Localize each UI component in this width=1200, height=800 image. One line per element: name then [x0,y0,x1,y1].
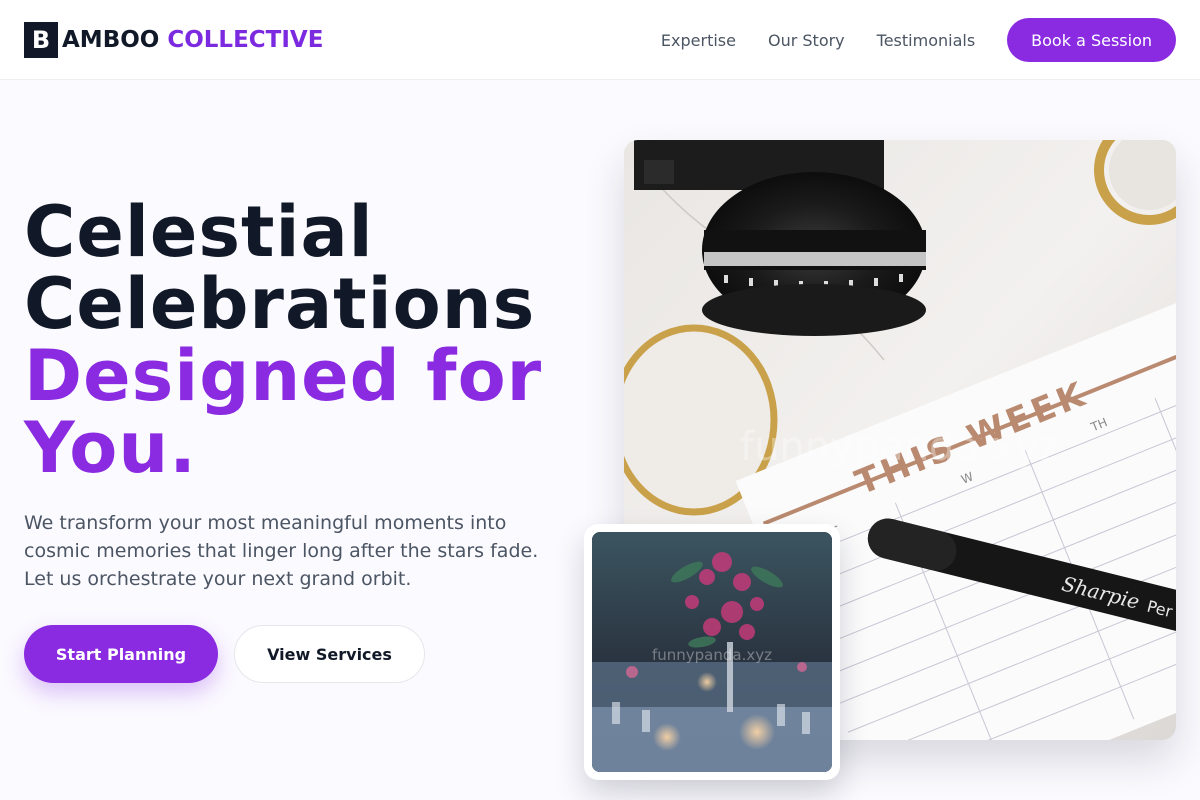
brand-name-part1: AMBOO [62,27,160,53]
headline-line-1: Celestial [24,191,374,273]
book-session-button[interactable]: Book a Session [1007,18,1176,62]
nav-link-our-story[interactable]: Our Story [768,31,845,50]
start-planning-button[interactable]: Start Planning [24,625,218,683]
logo-mark: B [24,22,58,58]
hero-description: We transform your most meaningful moment… [24,512,539,590]
headline-line-4: You. [24,407,197,489]
hero-headline: Celestial Celebrations Designed for You. [24,196,584,484]
inset-image-watermark: funnypanda.xyz [652,646,772,664]
headline-line-2: Celebrations [24,263,536,345]
inset-event-image: funnypanda.xyz [592,532,832,772]
headline-line-3: Designed for [24,335,543,417]
nav-link-expertise[interactable]: Expertise [661,31,736,50]
view-services-button[interactable]: View Services [234,625,425,683]
banquet-table-photo: funnypanda.xyz [592,532,832,772]
top-navigation-bar: B AMBOO COLLECTIVE Expertise Our Story T… [0,0,1200,80]
nav-link-testimonials[interactable]: Testimonials [877,31,976,50]
brand-name-part2: COLLECTIVE [167,27,324,53]
main-image-watermark: funnypanda.xyz [740,424,1060,470]
inset-image-card: funnypanda.xyz [584,524,840,780]
main-nav: Expertise Our Story Testimonials Book a … [661,18,1176,62]
brand-logo[interactable]: B AMBOO COLLECTIVE [24,22,323,58]
